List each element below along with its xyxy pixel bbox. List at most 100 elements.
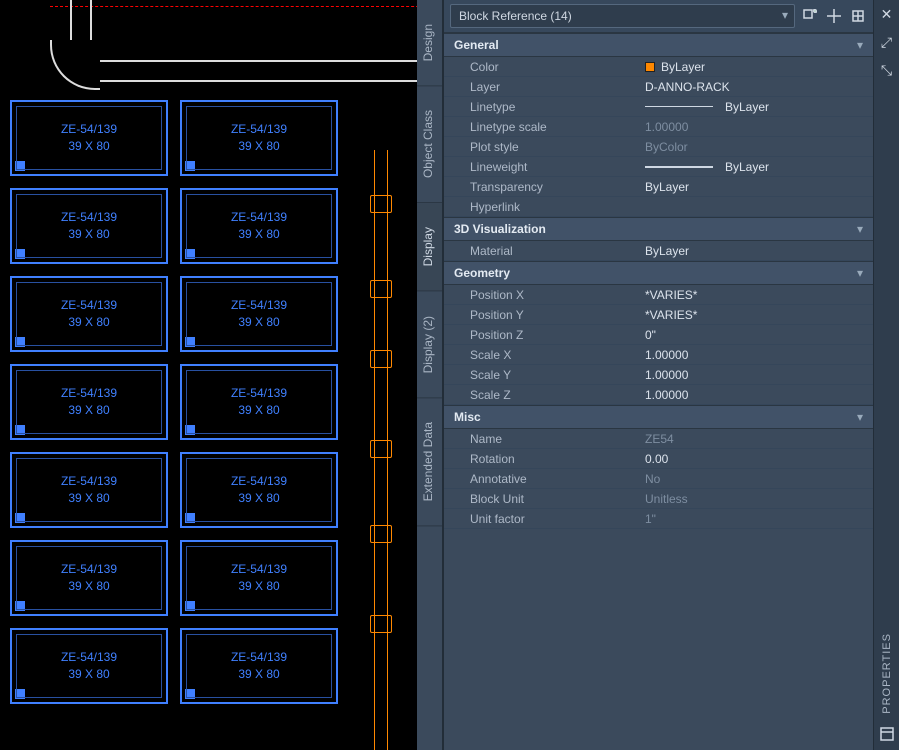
prop-value: ByLayer [639, 60, 873, 74]
orange-fitting [370, 350, 392, 368]
orange-fitting [370, 615, 392, 633]
orange-fitting [370, 280, 392, 298]
prop-row-position-y[interactable]: Position Y *VARIES* [444, 305, 873, 325]
rack-block[interactable]: ZE-54/13939 X 80 [10, 100, 168, 176]
rack-grid: ZE-54/13939 X 80ZE-54/13939 X 80ZE-54/13… [10, 100, 338, 704]
rack-block[interactable]: ZE-54/13939 X 80 [10, 188, 168, 264]
quick-select-icon[interactable] [801, 7, 819, 25]
conduit-elbow [50, 40, 100, 90]
prop-row-scale-z[interactable]: Scale Z 1.00000 [444, 385, 873, 405]
rack-block[interactable]: ZE-54/13939 X 80 [180, 452, 338, 528]
prop-value: 0" [639, 328, 873, 342]
section-header-misc[interactable]: Misc [444, 405, 873, 429]
rack-block[interactable]: ZE-54/13939 X 80 [180, 540, 338, 616]
rack-block[interactable]: ZE-54/13939 X 80 [180, 364, 338, 440]
rack-block[interactable]: ZE-54/13939 X 80 [180, 188, 338, 264]
side-tab-display[interactable]: Display [417, 203, 442, 291]
prop-value: ByLayer [639, 100, 873, 114]
prop-row-scale-y[interactable]: Scale Y 1.00000 [444, 365, 873, 385]
prop-label: Linetype [444, 100, 639, 114]
prop-value: ZE54 [639, 432, 873, 446]
prop-row-position-z[interactable]: Position Z 0" [444, 325, 873, 345]
prop-row-layer[interactable]: Layer D-ANNO-RACK [444, 77, 873, 97]
prop-label: Hyperlink [444, 200, 639, 214]
prop-row-linetype-scale[interactable]: Linetype scale 1.00000 [444, 117, 873, 137]
prop-label: Position X [444, 288, 639, 302]
prop-row-plot-style[interactable]: Plot style ByColor [444, 137, 873, 157]
prop-row-transparency[interactable]: Transparency ByLayer [444, 177, 873, 197]
prop-value: 1.00000 [639, 368, 873, 382]
orange-fitting [370, 525, 392, 543]
side-tab-design[interactable]: Design [417, 0, 442, 86]
rack-block[interactable]: ZE-54/13939 X 80 [10, 452, 168, 528]
prop-value: ByLayer [639, 160, 873, 174]
prop-value: ByColor [639, 140, 873, 154]
rack-block[interactable]: ZE-54/13939 X 80 [180, 276, 338, 352]
orange-fitting [370, 440, 392, 458]
rack-block[interactable]: ZE-54/13939 X 80 [180, 100, 338, 176]
expand-left-icon[interactable]: ⤡ [877, 60, 897, 80]
conduit-vertical [70, 0, 92, 40]
prop-value: *VARIES* [639, 308, 873, 322]
panel-title-vertical: PROPERTIES [881, 623, 893, 724]
rack-block[interactable]: ZE-54/13939 X 80 [10, 364, 168, 440]
prop-value: 1.00000 [639, 388, 873, 402]
panel-menu-icon[interactable] [877, 724, 897, 744]
prop-row-position-x[interactable]: Position X *VARIES* [444, 285, 873, 305]
rack-block[interactable]: ZE-54/13939 X 80 [10, 628, 168, 704]
prop-label: Position Y [444, 308, 639, 322]
prop-value: D-ANNO-RACK [639, 80, 873, 94]
prop-row-linetype[interactable]: Linetype ByLayer [444, 97, 873, 117]
prop-label: Scale Z [444, 388, 639, 402]
prop-row-lineweight[interactable]: Lineweight ByLayer [444, 157, 873, 177]
prop-row-hyperlink[interactable]: Hyperlink [444, 197, 873, 217]
prop-value: *VARIES* [639, 288, 873, 302]
prop-row-block-unit[interactable]: Block Unit Unitless [444, 489, 873, 509]
pickadd-icon[interactable] [825, 7, 843, 25]
prop-label: Transparency [444, 180, 639, 194]
prop-row-annotative[interactable]: Annotative No [444, 469, 873, 489]
prop-label: Color [444, 60, 639, 74]
rack-block[interactable]: ZE-54/13939 X 80 [10, 276, 168, 352]
rack-block[interactable]: ZE-54/13939 X 80 [10, 540, 168, 616]
conduit-horizontal [100, 60, 440, 82]
prop-row-color[interactable]: Color ByLayer [444, 57, 873, 77]
side-tab-extended-data[interactable]: Extended Data [417, 398, 442, 526]
prop-label: Block Unit [444, 492, 639, 506]
linetype-preview-icon [645, 106, 713, 107]
panel-body: General Color ByLayer Layer D-ANNO-RACK … [444, 33, 873, 750]
section-header-3dvis[interactable]: 3D Visualization [444, 217, 873, 241]
prop-row-unit-factor[interactable]: Unit factor 1" [444, 509, 873, 529]
prop-row-name[interactable]: Name ZE54 [444, 429, 873, 449]
color-swatch-icon [645, 62, 655, 72]
prop-value: 1.00000 [639, 120, 873, 134]
expand-right-icon[interactable]: ⤢ [877, 32, 897, 52]
prop-row-rotation[interactable]: Rotation 0.00 [444, 449, 873, 469]
prop-label: Scale X [444, 348, 639, 362]
prop-label: Layer [444, 80, 639, 94]
prop-row-material[interactable]: Material ByLayer [444, 241, 873, 261]
prop-value: 0.00 [639, 452, 873, 466]
prop-label: Annotative [444, 472, 639, 486]
prop-label: Lineweight [444, 160, 639, 174]
prop-value: No [639, 472, 873, 486]
select-objects-icon[interactable] [849, 7, 867, 25]
prop-label: Name [444, 432, 639, 446]
orange-fitting [370, 195, 392, 213]
prop-label: Position Z [444, 328, 639, 342]
prop-value: 1" [639, 512, 873, 526]
selection-combo-label: Block Reference (14) [459, 9, 572, 23]
prop-row-scale-x[interactable]: Scale X 1.00000 [444, 345, 873, 365]
right-strip: ✕ ⤢ ⤡ PROPERTIES [873, 0, 899, 750]
prop-label: Material [444, 244, 639, 258]
selection-combo[interactable]: Block Reference (14) [450, 4, 795, 28]
side-tab-display-2-[interactable]: Display (2) [417, 292, 442, 398]
rack-block[interactable]: ZE-54/13939 X 80 [180, 628, 338, 704]
section-header-general[interactable]: General [444, 33, 873, 57]
close-icon[interactable]: ✕ [877, 4, 897, 24]
section-title: Misc [454, 410, 481, 424]
section-header-geometry[interactable]: Geometry [444, 261, 873, 285]
prop-value: 1.00000 [639, 348, 873, 362]
side-tab-object-class[interactable]: Object Class [417, 86, 442, 203]
side-tab-strip: DesignObject ClassDisplayDisplay (2)Exte… [417, 0, 443, 750]
